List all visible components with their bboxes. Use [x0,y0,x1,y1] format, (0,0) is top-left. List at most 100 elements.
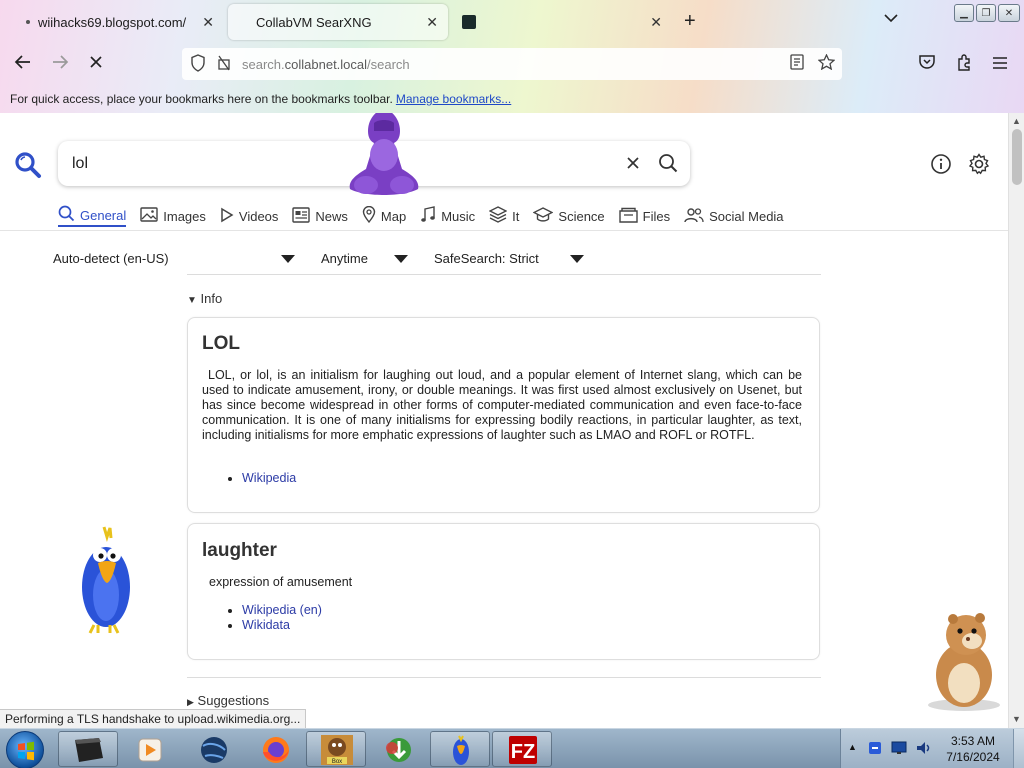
network-monitor-icon[interactable] [891,740,909,761]
show-hidden-icons-arrow-icon[interactable]: ▲ [848,742,857,752]
infobox-description: expression of amusement [209,575,353,589]
safesearch-select[interactable]: SafeSearch: Strict [434,251,539,266]
triangle-down-icon: ▼ [187,295,197,306]
close-tab-icon[interactable]: ✕ [202,14,214,31]
infobox-title: LOL [202,333,240,354]
category-music[interactable]: Music [420,205,475,227]
results-divider [187,677,821,678]
language-dropdown-caret-icon[interactable] [281,255,295,263]
taskbar-parrot-button[interactable] [430,731,490,767]
navigation-toolbar: search.collabnet.local/search [0,44,1024,86]
taskbar-globe-button[interactable] [182,731,242,767]
url-text[interactable]: search.collabnet.local/search [242,57,410,72]
pocket-icon[interactable] [918,54,936,75]
category-social-media[interactable]: Social Media [684,205,784,227]
vertical-scrollbar[interactable]: ▲ ▼ [1008,113,1024,728]
infobox-links: Wikipedia [242,471,296,486]
tab-third[interactable]: ✕ [452,4,672,40]
newspaper-icon [292,206,311,226]
taskbar-bonzi-box-button[interactable]: Box [306,731,366,767]
taskbar-clock[interactable]: 3:53 AM 7/16/2024 [931,733,1015,765]
category-science[interactable]: Science [532,205,605,227]
searxng-results-page: lol General Images Videos News Map Music… [0,113,1008,728]
status-tooltip: Performing a TLS handshake to upload.wik… [0,709,307,728]
stop-loading-icon[interactable] [88,54,104,75]
scroll-up-arrow-icon[interactable]: ▲ [1012,116,1021,126]
hamster-mascot-icon [920,605,1006,716]
image-icon [140,207,158,225]
category-images[interactable]: Images [140,205,206,227]
category-it[interactable]: It [488,205,519,227]
maximize-button[interactable]: ❐ [976,4,996,22]
suggestions-section-toggle[interactable]: ▶ Suggestions [187,693,269,708]
search-icon [58,205,75,225]
wikidata-link[interactable]: Wikidata [242,618,290,632]
close-tab-icon[interactable]: ✕ [426,14,438,31]
safesearch-dropdown-caret-icon[interactable] [570,255,584,263]
time-dropdown-caret-icon[interactable] [394,255,408,263]
files-icon [618,207,638,226]
time-range-select[interactable]: Anytime [321,251,368,266]
settings-gear-icon[interactable] [968,153,990,180]
list-item: Wikidata [242,618,322,633]
close-window-button[interactable]: ✕ [998,4,1020,22]
scrollbar-thumb[interactable] [1012,129,1022,185]
search-submit-icon[interactable] [658,153,678,178]
info-circle-icon[interactable] [930,153,952,180]
minimize-button[interactable]: ▁ [954,4,974,22]
infobox-description: LOL, or lol, is an initialism for laughi… [202,368,802,442]
taskbar-firefox-button[interactable] [244,731,304,767]
extensions-icon[interactable] [955,54,973,77]
start-button[interactable] [6,731,44,768]
searxng-logo-icon[interactable] [14,151,42,184]
svg-text:FZ: FZ [511,741,535,763]
bookmarks-toolbar-hint: For quick access, place your bookmarks h… [10,92,512,106]
list-item: Wikipedia [242,471,296,486]
infobox-lol: LOL LOL, or lol, is an initialism for la… [187,317,820,513]
parrot-mascot-icon [76,525,138,642]
taskbar-media-app-button[interactable] [58,731,118,767]
close-tab-icon[interactable]: ✕ [650,14,662,31]
loading-dot-icon [26,20,30,24]
search-input[interactable]: lol [72,155,88,173]
scroll-down-arrow-icon[interactable]: ▼ [1012,714,1021,724]
windows-taskbar: Box FZ ▲ 3:53 AM 7/16/2024 [0,728,1024,768]
page-info-icon[interactable] [216,54,232,76]
tab-wiihacks[interactable]: wiihacks69.blogspot.com/ ✕ [4,4,224,40]
show-desktop-button[interactable] [1013,729,1024,768]
clock-date: 7/16/2024 [946,750,1000,764]
tray-app-icon[interactable] [867,740,883,761]
bookmark-star-icon[interactable] [817,53,836,74]
back-arrow-icon[interactable] [14,54,32,75]
info-section-toggle[interactable]: ▼ Info [187,291,222,306]
list-all-tabs-chevron-icon[interactable] [884,12,898,26]
manage-bookmarks-link[interactable]: Manage bookmarks... [396,92,511,106]
category-general[interactable]: General [58,205,127,227]
window-controls: ▁ ❐ ✕ [954,4,1020,22]
taskbar-player-button[interactable] [120,731,180,767]
graduation-cap-icon [532,206,554,226]
taskbar-filezilla-button[interactable]: FZ [492,731,552,767]
list-item: Wikipedia (en) [242,603,322,618]
search-filters: Auto-detect (en-US) Anytime SafeSearch: … [53,249,821,275]
address-bar[interactable]: search.collabnet.local/search [182,48,842,80]
wikipedia-en-link[interactable]: Wikipedia (en) [242,603,322,617]
menu-hamburger-icon[interactable] [992,54,1008,75]
clear-search-icon[interactable] [626,151,640,176]
category-news[interactable]: News [292,205,348,227]
language-select[interactable]: Auto-detect (en-US) [53,251,169,266]
forward-arrow-icon[interactable] [51,54,69,75]
play-icon [220,207,234,226]
shield-icon[interactable] [190,54,206,76]
wikipedia-link[interactable]: Wikipedia [242,471,296,485]
people-icon [684,207,704,226]
category-videos[interactable]: Videos [220,205,278,227]
tab-favicon-icon [462,15,476,29]
tab-collabvm-searxng[interactable]: CollabVM SearXNG ✕ [228,4,448,40]
infobox-laughter: laughter expression of amusement Wikiped… [187,523,820,660]
new-tab-button[interactable]: + [684,10,696,33]
reader-view-icon[interactable] [790,54,804,74]
svg-text:Box: Box [332,759,342,765]
category-files[interactable]: Files [618,205,670,227]
taskbar-download-manager-button[interactable] [368,731,428,767]
